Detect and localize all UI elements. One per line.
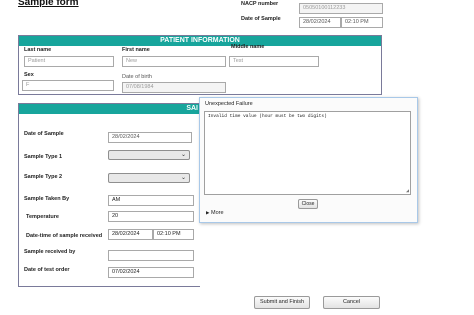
- sample-received-by-label: Sample received by: [24, 249, 76, 255]
- more-label: More: [211, 210, 224, 216]
- unexpected-failure-dialog: Unexpected Failure Invalid time value (h…: [199, 97, 418, 223]
- dialog-message-textarea[interactable]: Invalid time value (hour must be two dig…: [204, 111, 411, 195]
- sample-type-2-select[interactable]: ⌄: [108, 173, 190, 183]
- temperature-field[interactable]: 20: [108, 211, 194, 222]
- patient-information-heading: PATIENT INFORMATION: [19, 36, 381, 46]
- page-title: Sample form: [18, 0, 79, 8]
- datetime-received-label: Date-time of sample received: [26, 233, 103, 239]
- date-of-sample-header-label: Date of Sample: [241, 16, 281, 22]
- close-button[interactable]: Close: [298, 199, 318, 209]
- cancel-button[interactable]: Cancel: [323, 296, 380, 309]
- sample-received-by-field[interactable]: [108, 250, 194, 261]
- temperature-label: Temperature: [26, 214, 59, 220]
- dialog-message-text: Invalid time value (hour must be two dig…: [208, 114, 327, 119]
- sample-type-2-label: Sample Type 2: [24, 174, 63, 180]
- resize-handle-icon[interactable]: ◢: [406, 188, 409, 194]
- chevron-down-icon: ⌄: [180, 175, 186, 181]
- last-name-label: Last name: [24, 47, 52, 53]
- sample-type-1-label: Sample Type 1: [24, 154, 63, 160]
- sample-date-label: Date of Sample: [24, 131, 64, 137]
- date-of-birth-label: Date of birth: [122, 74, 152, 80]
- chevron-down-icon: ⌄: [180, 152, 186, 158]
- sex-label: Sex: [24, 72, 34, 78]
- received-date-field[interactable]: 28/02/2024: [108, 229, 153, 240]
- nacp-number-label: NACP number: [241, 1, 279, 7]
- sample-taken-by-field[interactable]: AM: [108, 195, 194, 206]
- triangle-right-icon: ▶: [206, 210, 210, 215]
- received-time-field[interactable]: 02:10 PM: [153, 229, 194, 240]
- date-of-sample-header-field[interactable]: 28/02/2024: [299, 17, 341, 28]
- sample-date-field[interactable]: 28/02/2024: [108, 132, 192, 143]
- middle-name-label: Middle name: [231, 44, 265, 50]
- more-toggle[interactable]: ▶ More: [206, 210, 224, 216]
- submit-and-finish-button[interactable]: Submit and Finish: [254, 296, 310, 309]
- sample-type-1-select[interactable]: ⌄: [108, 150, 190, 160]
- time-of-sample-header-field[interactable]: 02:10 PM: [341, 17, 383, 28]
- last-name-field[interactable]: Patient: [24, 56, 114, 67]
- date-of-birth-field[interactable]: 07/08/1984: [122, 82, 226, 93]
- date-of-test-order-label: Date of test order: [24, 267, 70, 273]
- nacp-number-field[interactable]: 05050100112233: [299, 3, 383, 14]
- first-name-field[interactable]: New: [122, 56, 226, 67]
- middle-name-field[interactable]: Test: [229, 56, 319, 67]
- sample-taken-by-label: Sample Taken By: [24, 196, 70, 202]
- sex-field[interactable]: F: [22, 80, 114, 91]
- sample-information-heading: SAI: [19, 104, 200, 114]
- first-name-label: First name: [122, 47, 150, 53]
- date-of-test-order-field[interactable]: 07/02/2024: [108, 267, 194, 278]
- dialog-title: Unexpected Failure: [205, 101, 253, 107]
